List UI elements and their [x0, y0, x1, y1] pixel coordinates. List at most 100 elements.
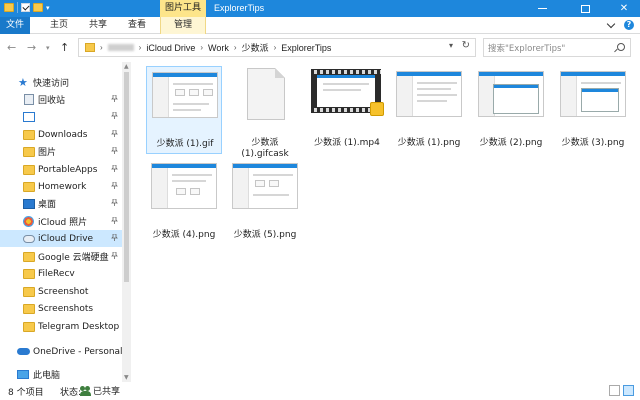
crumb-sspai[interactable]: 少数派 — [242, 41, 269, 54]
forward-button[interactable]: → — [27, 41, 36, 54]
nav-homework[interactable]: Homework — [0, 178, 122, 195]
nav-icloud-drive[interactable]: iCloud Drive — [0, 230, 122, 247]
pin-icon[interactable] — [111, 199, 118, 206]
status-label: 状态: — [60, 388, 82, 398]
chevron-right-icon[interactable]: › — [139, 43, 142, 52]
refresh-icon[interactable]: ↻ — [462, 40, 470, 51]
generic-file-icon — [247, 68, 285, 120]
nav-quick-access[interactable]: ★ 快速访问 — [0, 74, 122, 91]
pin-icon[interactable] — [111, 147, 118, 154]
chevron-down-icon[interactable]: ▾ — [46, 4, 50, 12]
desktop-icon — [23, 198, 35, 209]
tab-file[interactable]: 文件 — [0, 17, 30, 34]
folder-icon — [23, 129, 35, 140]
crumb-explorertips[interactable]: ExplorerTips — [281, 43, 331, 53]
up-button[interactable]: ↑ — [60, 41, 69, 54]
nav-recycle-bin[interactable]: 回收站 — [0, 91, 122, 108]
file-tile-png-4[interactable]: 少数派 (4).png — [146, 158, 222, 246]
back-button[interactable]: ← — [7, 41, 16, 54]
pin-icon[interactable] — [111, 182, 118, 189]
nav-label: Screenshots — [38, 303, 94, 314]
thumbnail — [152, 72, 218, 118]
folder-icon — [23, 181, 35, 192]
close-button[interactable]: ✕ — [610, 0, 638, 17]
recent-locations-icon[interactable]: ▾ — [46, 44, 50, 52]
nav-this-pc[interactable]: 此电脑 — [0, 366, 122, 383]
search-icon — [617, 43, 625, 51]
folder-icon — [85, 43, 95, 52]
nav-icloud-photos[interactable]: iCloud 照片 — [0, 213, 122, 230]
properties-icon[interactable] — [21, 3, 30, 12]
file-tile-png-3[interactable]: 少数派 (3).png — [555, 66, 631, 154]
file-tile-png-1[interactable]: 少数派 (1).png — [391, 66, 467, 154]
nav-label: 快速访问 — [33, 79, 70, 89]
chevron-down-icon[interactable]: ▾ — [449, 41, 453, 50]
navigation-pane: ★ 快速访问 回收站 Downloads 图片 PortableApps Hom… — [0, 62, 123, 383]
tab-home[interactable]: 主页 — [44, 17, 74, 34]
nav-pictures[interactable]: 图片 — [0, 143, 122, 160]
scroll-up-icon[interactable]: ▲ — [124, 63, 129, 70]
folder-icon — [23, 164, 35, 175]
pin-icon[interactable] — [111, 234, 118, 241]
tab-share[interactable]: 共享 — [83, 17, 113, 34]
onedrive-icon — [17, 348, 30, 355]
file-tile-png-5[interactable]: 少数派 (5).png — [227, 158, 303, 246]
folder-icon — [23, 268, 35, 279]
nav-filerecv[interactable]: FileRecv — [0, 265, 122, 282]
file-tile-png-2[interactable]: 少数派 (2).png — [473, 66, 549, 154]
nav-screenshot[interactable]: Screenshot — [0, 283, 122, 300]
crumb-work[interactable]: Work — [208, 43, 229, 53]
file-tile-mp4[interactable]: 少数派 (1).mp4 — [309, 66, 385, 154]
address-bar[interactable]: › › iCloud Drive › Work › 少数派 › Explorer… — [78, 38, 476, 57]
nav-screenshots[interactable]: Screenshots — [0, 300, 122, 317]
scroll-down-icon[interactable]: ▼ — [124, 374, 129, 381]
google-drive-icon — [23, 251, 35, 262]
tab-view[interactable]: 查看 — [122, 17, 152, 34]
nav-image-item[interactable] — [0, 108, 122, 125]
thumbnail — [232, 163, 298, 209]
video-thumbnail — [311, 69, 384, 116]
expand-ribbon-icon[interactable] — [606, 19, 616, 28]
nav-label: FileRecv — [38, 268, 75, 279]
nav-telegram-desktop[interactable]: Telegram Desktop — [0, 318, 122, 335]
nav-desktop[interactable]: 桌面 — [0, 195, 122, 212]
nav-google-drive[interactable]: Google 云端硬盘 — [0, 248, 122, 265]
pin-icon[interactable] — [111, 112, 118, 119]
file-tile-gif[interactable]: 少数派 (1).gif — [146, 66, 222, 154]
scroll-thumb[interactable] — [124, 72, 129, 282]
nav-portableapps[interactable]: PortableApps — [0, 161, 122, 178]
pin-icon[interactable] — [111, 130, 118, 137]
new-folder-icon[interactable] — [33, 3, 43, 12]
folder-icon — [4, 3, 14, 12]
tab-manage[interactable]: 管理 — [160, 17, 206, 34]
nav-downloads[interactable]: Downloads — [0, 126, 122, 143]
nav-onedrive[interactable]: OneDrive - Personal — [0, 343, 123, 360]
status-bar: 8 个项目 状态: 已共享 — [0, 382, 640, 400]
icloud-drive-icon — [23, 234, 35, 243]
pin-icon[interactable] — [111, 95, 118, 102]
blurred-crumb — [107, 44, 134, 51]
chevron-right-icon[interactable]: › — [234, 43, 237, 52]
thumbnail — [478, 71, 544, 117]
minimize-button[interactable] — [528, 0, 556, 17]
maximize-button[interactable] — [571, 0, 599, 17]
file-name: 少数派 (2).png — [479, 138, 543, 148]
file-tile-gifcask[interactable]: 少数派 (1).gifcask — [227, 66, 303, 159]
nav-scrollbar[interactable]: ▲ ▼ — [122, 62, 131, 382]
pin-icon[interactable] — [111, 217, 118, 224]
maximize-icon — [580, 4, 590, 13]
crumb-icloud-drive[interactable]: iCloud Drive — [146, 43, 195, 53]
pin-icon[interactable] — [111, 165, 118, 172]
thumbnail — [151, 163, 217, 209]
large-icons-view-icon[interactable] — [623, 385, 634, 396]
pin-icon[interactable] — [111, 252, 118, 259]
chevron-right-icon[interactable]: › — [100, 43, 103, 52]
nav-label: 桌面 — [38, 200, 57, 210]
share-status: 已共享 — [80, 384, 120, 397]
picture-tools-tab[interactable]: 图片工具 — [160, 0, 206, 17]
chevron-right-icon[interactable]: › — [200, 43, 203, 52]
chevron-right-icon[interactable]: › — [274, 43, 277, 52]
help-icon[interactable]: ? — [624, 20, 634, 30]
search-input[interactable]: 搜索"ExplorerTips" — [483, 38, 631, 57]
details-view-icon[interactable] — [609, 385, 620, 396]
